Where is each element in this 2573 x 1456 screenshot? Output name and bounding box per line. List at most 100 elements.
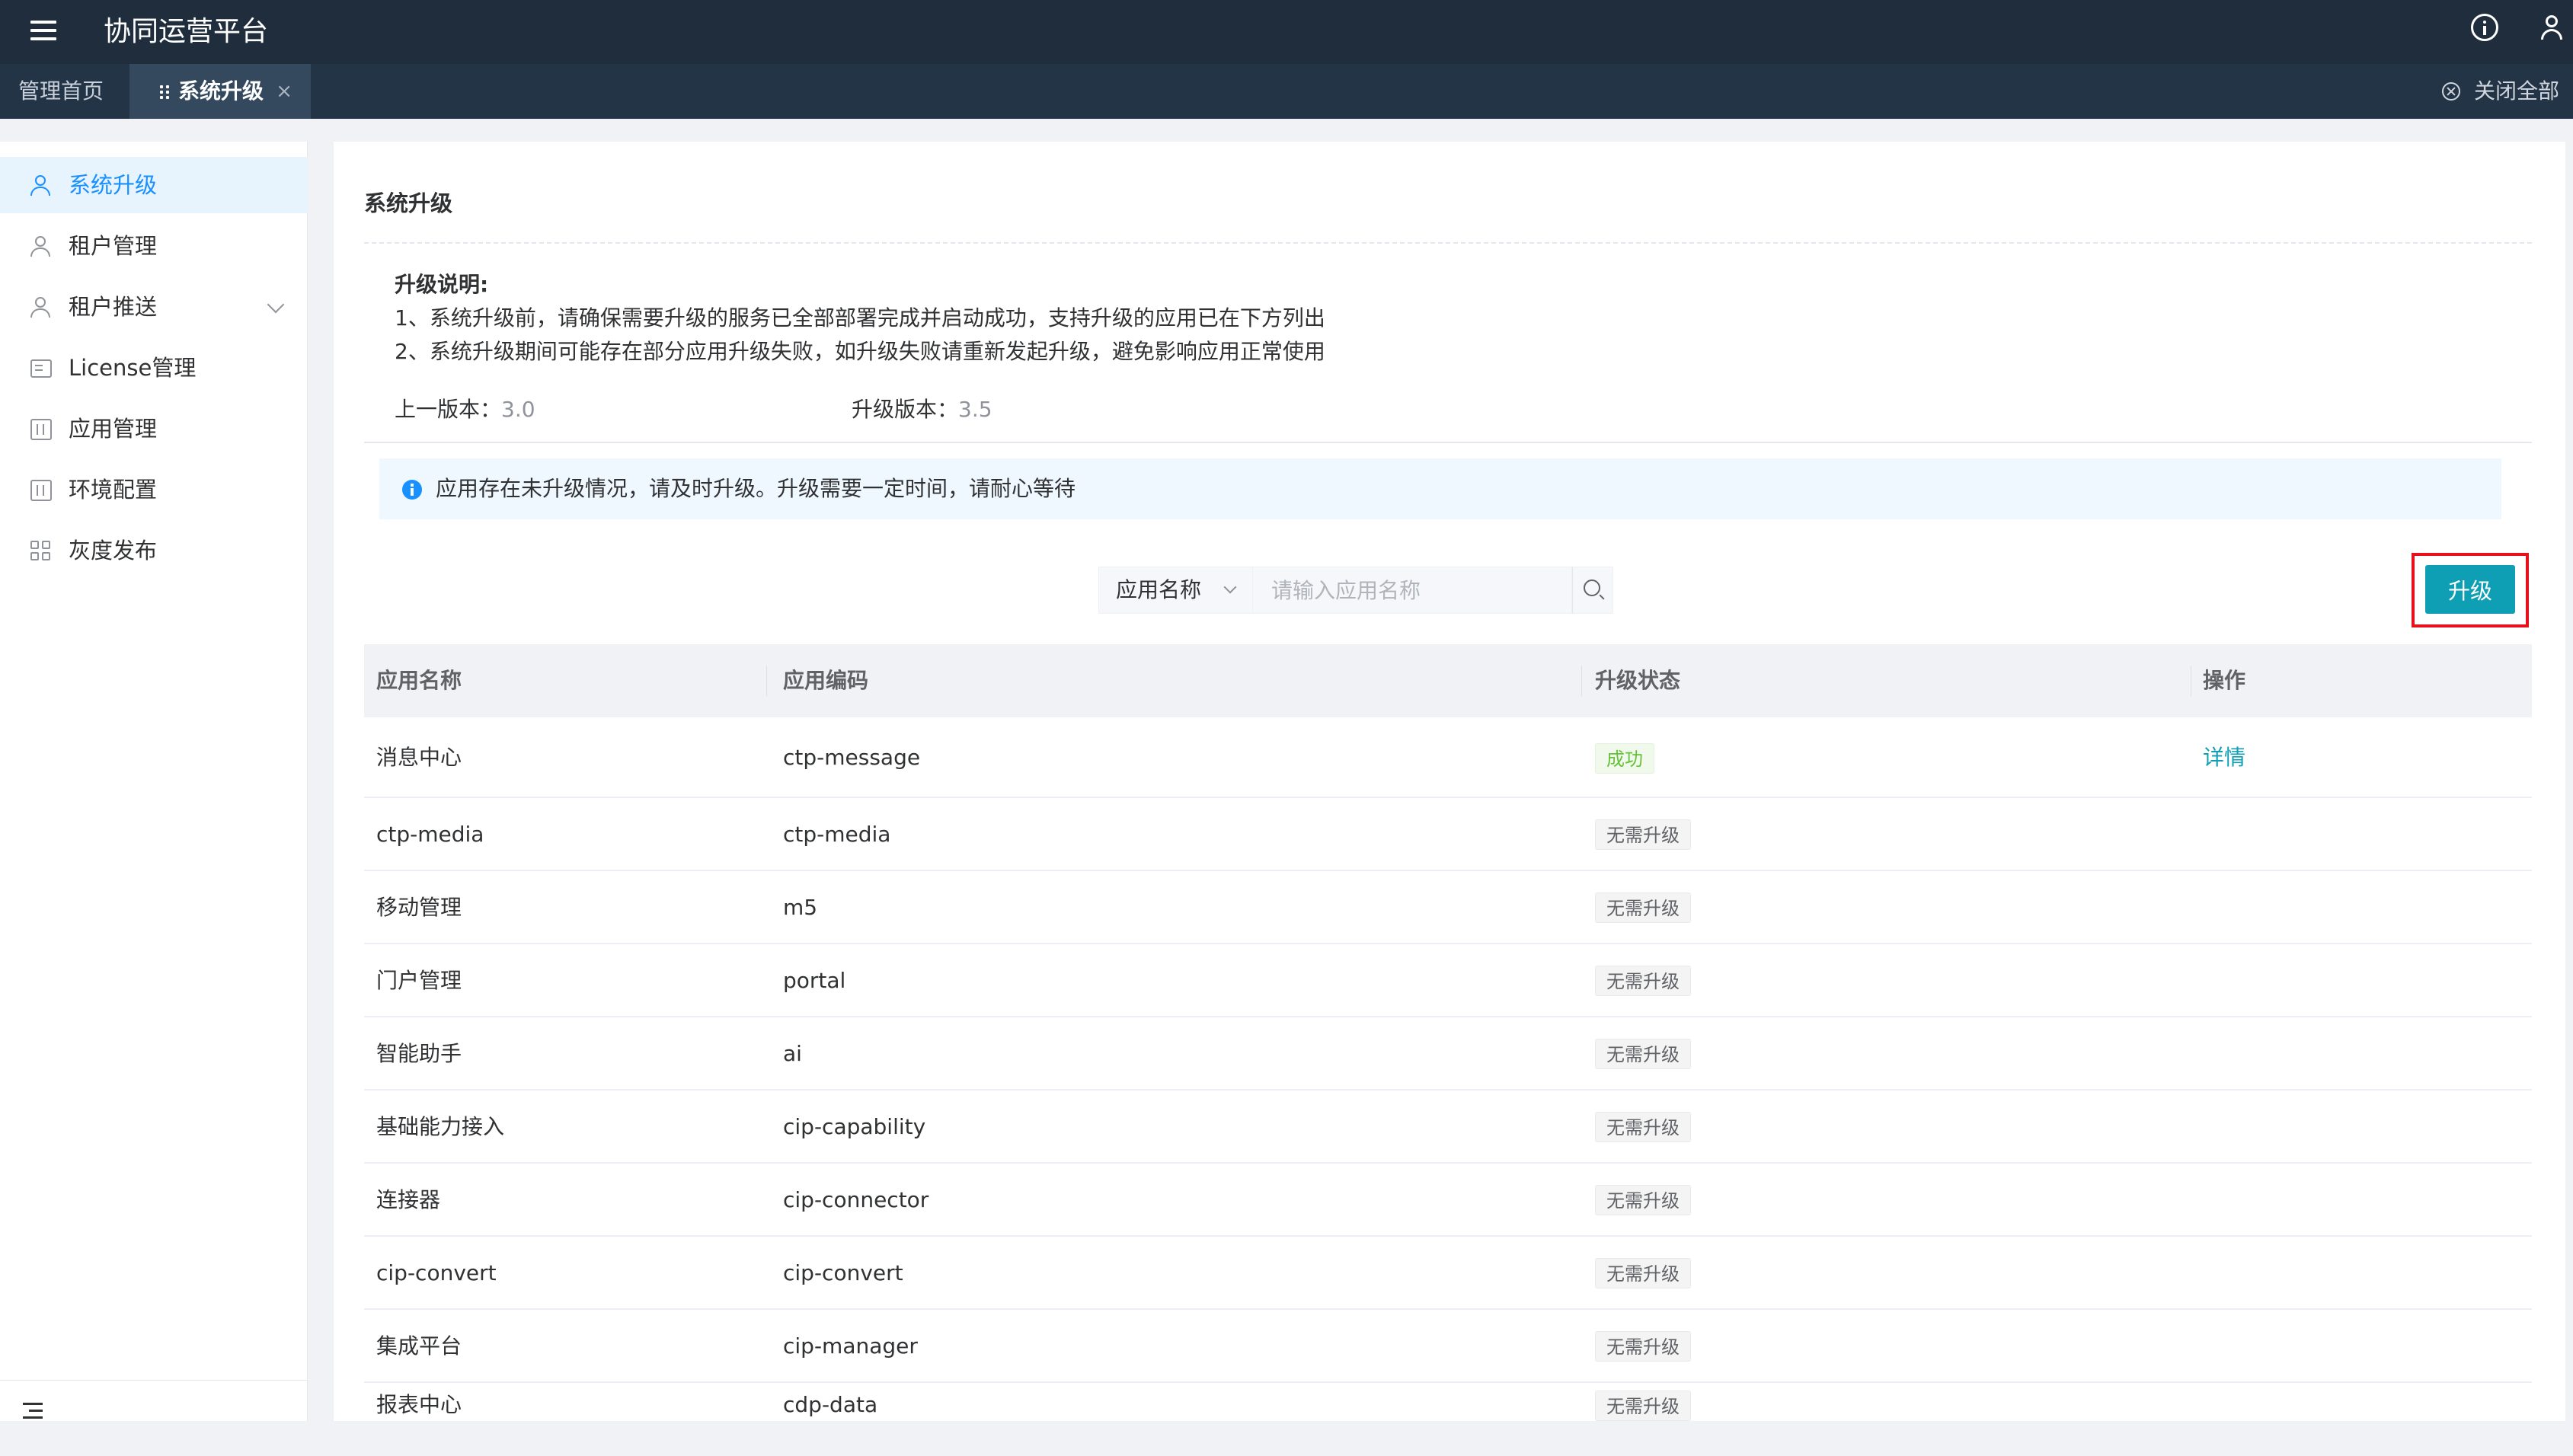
cell-app-code: cip-connector — [783, 1187, 929, 1212]
cell-app-code: m5 — [783, 895, 818, 920]
table-row: 消息中心 ctp-message 成功 详情 — [364, 717, 2532, 798]
status-badge: 无需升级 — [1595, 819, 1691, 850]
sidebar-item-label: 租户推送 — [69, 294, 158, 320]
status-badge: 成功 — [1595, 743, 1654, 774]
sidebar-item-label: 灰度发布 — [69, 538, 158, 564]
search-button[interactable] — [1572, 567, 1613, 614]
detail-link[interactable]: 详情 — [2203, 717, 2245, 798]
cell-app-name: 移动管理 — [376, 895, 462, 920]
prev-version-value: 3.0 — [501, 397, 535, 422]
column-header: 应用编码 — [783, 668, 869, 693]
column-header: 应用名称 — [376, 668, 462, 693]
main-card: 系统升级 升级说明: 1、系统升级前，请确保需要升级的服务已全部部署完成并启动成… — [334, 142, 2565, 1421]
column-header: 升级状态 — [1595, 668, 1681, 693]
status-badge: 无需升级 — [1595, 892, 1691, 923]
target-version: 升级版本：3.5 — [852, 393, 992, 423]
status-badge: 无需升级 — [1595, 1039, 1691, 1069]
table-row: ctp-media ctp-media 无需升级 — [364, 798, 2532, 871]
tab-system-upgrade[interactable]: 系统升级 × — [129, 64, 311, 119]
table-row: cip-convert cip-convert 无需升级 — [364, 1237, 2532, 1310]
description-line: 2、系统升级期间可能存在部分应用升级失败，如升级失败请重新发起升级，避免影响应用… — [395, 339, 1325, 364]
close-all-button[interactable]: 关闭全部 — [2441, 64, 2559, 119]
prev-version-label: 上一版本： — [395, 397, 502, 422]
cell-app-code: cip-capability — [783, 1114, 926, 1139]
cell-app-name: 消息中心 — [376, 745, 462, 770]
info-alert: 应用存在未升级情况，请及时升级。升级需要一定时间，请耐心等待 — [379, 458, 2501, 519]
cell-app-name: 智能助手 — [376, 1041, 462, 1066]
chevron-down-icon — [1223, 580, 1237, 594]
column-separator — [1581, 666, 1582, 696]
sidebar-item-gray-release[interactable]: 灰度发布 — [0, 522, 308, 579]
top-header: 协同运营平台 — [0, 0, 2573, 64]
target-version-label: 升级版本： — [852, 397, 959, 422]
table-row: 基础能力接入 cip-capability 无需升级 — [364, 1090, 2532, 1164]
prev-version: 上一版本：3.0 — [395, 393, 535, 423]
search-input[interactable] — [1252, 567, 1572, 614]
table-row: 移动管理 m5 无需升级 — [364, 871, 2532, 944]
table-row: 智能助手 ai 无需升级 — [364, 1017, 2532, 1090]
sidebar-item-tenant-push[interactable]: 租户推送 — [0, 279, 308, 335]
cell-app-name: 报表中心 — [376, 1392, 462, 1417]
sidebar-divider — [0, 1380, 308, 1381]
cell-app-name: 基础能力接入 — [376, 1114, 505, 1139]
app-title: 协同运营平台 — [104, 16, 269, 47]
search-field-label: 应用名称 — [1116, 577, 1202, 602]
users-icon — [30, 236, 52, 257]
tabs-bar: 管理首页 系统升级 × 关闭全部 — [0, 64, 2573, 119]
column-separator — [766, 666, 767, 696]
info-circle-icon — [402, 480, 422, 500]
cell-app-code: cip-convert — [783, 1260, 903, 1285]
drag-handle-icon[interactable] — [160, 85, 171, 99]
cell-app-code: ctp-message — [783, 745, 921, 770]
cell-app-name: cip-convert — [376, 1260, 497, 1285]
user-icon[interactable] — [2538, 14, 2565, 41]
cell-app-code: ai — [783, 1041, 802, 1066]
box-icon — [30, 419, 52, 440]
sidebar-item-tenant-management[interactable]: 租户管理 — [0, 218, 308, 274]
divider — [364, 442, 2532, 443]
sidebar-item-license[interactable]: License管理 — [0, 340, 308, 396]
cell-app-code: cip-manager — [783, 1333, 918, 1359]
status-badge: 无需升级 — [1595, 1112, 1691, 1142]
scrollbar[interactable] — [2565, 142, 2573, 1421]
sidebar-item-label: 应用管理 — [69, 416, 158, 442]
column-header: 操作 — [2203, 668, 2246, 693]
cell-app-name: 集成平台 — [376, 1333, 462, 1359]
sidebar-item-system-upgrade[interactable]: 系统升级 — [0, 157, 308, 213]
upgrade-description: 升级说明: 1、系统升级前，请确保需要升级的服务已全部部署完成并启动成功，支持升… — [395, 268, 1325, 369]
table-header: 应用名称 应用编码 升级状态 操作 — [364, 644, 2532, 717]
status-badge: 无需升级 — [1595, 1391, 1691, 1421]
tab-close-icon[interactable]: × — [276, 64, 292, 119]
users-icon — [30, 297, 52, 318]
chevron-down-icon[interactable] — [267, 295, 285, 314]
upgrade-button[interactable]: 升级 — [2425, 565, 2515, 614]
cell-app-code: portal — [783, 968, 846, 993]
sidebar-item-env-config[interactable]: 环境配置 — [0, 461, 308, 518]
cell-app-code: cdp-data — [783, 1392, 878, 1417]
sidebar-item-label: License管理 — [69, 355, 197, 381]
close-circle-icon — [2441, 82, 2460, 101]
alert-text: 应用存在未升级情况，请及时升级。升级需要一定时间，请耐心等待 — [436, 476, 1076, 501]
sidebar-item-app-management[interactable]: 应用管理 — [0, 401, 308, 457]
sidebar-item-label: 环境配置 — [69, 477, 158, 503]
search-field-select[interactable]: 应用名称 — [1098, 567, 1254, 614]
users-icon — [30, 175, 52, 196]
cell-app-code: ctp-media — [783, 822, 891, 847]
page-title: 系统升级 — [364, 190, 453, 216]
description-line: 1、系统升级前，请确保需要升级的服务已全部部署完成并启动成功，支持升级的应用已在… — [395, 305, 1325, 330]
cell-app-name: ctp-media — [376, 822, 484, 847]
info-icon[interactable] — [2471, 14, 2498, 41]
target-version-value: 3.5 — [958, 397, 992, 422]
collapse-sidebar-icon[interactable] — [23, 1403, 43, 1419]
grid-icon — [30, 541, 52, 562]
close-all-label: 关闭全部 — [2473, 78, 2559, 104]
sidebar-item-label: 租户管理 — [69, 233, 158, 259]
hamburger-menu-icon[interactable] — [30, 21, 56, 43]
sidebar: 系统升级 租户管理 租户推送 License管理 应用管理 环境配置 灰度发布 — [0, 142, 308, 1421]
table-row: 连接器 cip-connector 无需升级 — [364, 1164, 2532, 1237]
card-icon — [30, 359, 52, 378]
status-badge: 无需升级 — [1595, 966, 1691, 996]
cell-app-name: 连接器 — [376, 1187, 441, 1212]
tab-home[interactable]: 管理首页 — [18, 64, 104, 119]
search-icon — [1584, 580, 1600, 596]
